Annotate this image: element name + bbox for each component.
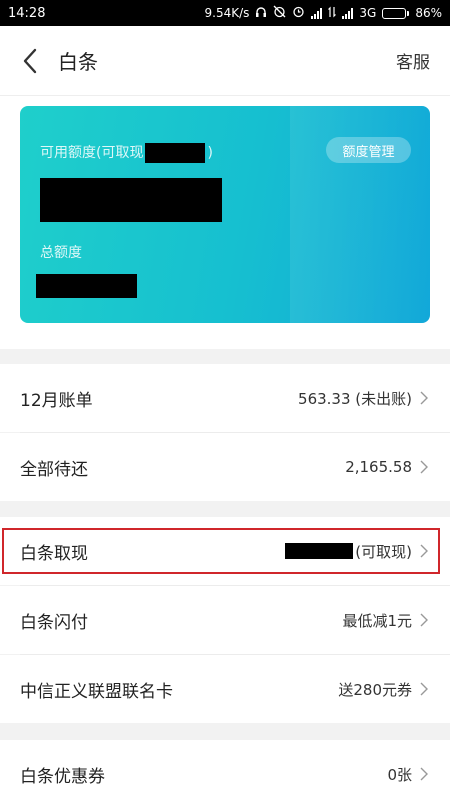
alarm-icon (292, 5, 305, 21)
credit-card: 可用额度(可取现) 总额度 额度管理 (20, 106, 430, 323)
chevron-right-icon (420, 681, 430, 697)
citic-card-row[interactable]: 中信正义联盟联名卡 送280元券 (0, 655, 450, 723)
coupon-value-wrap: 0张 (387, 764, 430, 785)
bill-value: 563.33 (未出账) (298, 389, 412, 408)
credit-card-area: 可用额度(可取现) 总额度 额度管理 (0, 96, 450, 349)
page-title: 白条 (58, 50, 98, 74)
chevron-left-icon[interactable] (8, 39, 52, 83)
chevron-right-icon (420, 612, 430, 628)
cash-value-wrap: (可取现) (285, 541, 430, 562)
redacted-available-amount (40, 178, 222, 222)
battery-percent: 86% (415, 6, 442, 20)
coupon-value: 0张 (387, 765, 412, 784)
redacted-mask (145, 143, 206, 163)
cash-label: 白条取现 (20, 543, 88, 564)
pending-label: 全部待还 (20, 459, 88, 480)
flash-pay-value-wrap: 最低减1元 (342, 610, 430, 631)
pending-value-wrap: 2,165.58 (345, 458, 430, 476)
flash-pay-row[interactable]: 白条闪付 最低减1元 (0, 586, 450, 654)
alarm-off-icon (273, 5, 286, 21)
chevron-right-icon (420, 459, 430, 475)
chevron-right-icon (420, 543, 430, 559)
data-transfer-icon (328, 6, 337, 21)
network-type: 3G (359, 6, 377, 20)
pending-row[interactable]: 全部待还 2,165.58 (0, 433, 450, 501)
nav-bar: 白条 客服 (0, 26, 450, 96)
bill-value-wrap: 563.33 (未出账) (298, 388, 430, 409)
coupon-row[interactable]: 白条优惠券 0张 (0, 740, 450, 800)
signal-icon (311, 7, 323, 19)
flash-pay-label: 白条闪付 (20, 612, 88, 633)
bill-label: 12月账单 (20, 390, 93, 411)
bill-row[interactable]: 12月账单 563.33 (未出账) (0, 364, 450, 432)
available-label-suffix: ) (207, 145, 213, 161)
citic-card-label: 中信正义联盟联名卡 (20, 681, 173, 702)
net-speed: 9.54K/s (204, 6, 250, 20)
pending-value: 2,165.58 (345, 458, 412, 476)
customer-service-link[interactable]: 客服 (396, 48, 430, 73)
redacted-cash-amount (285, 543, 354, 559)
total-credit-label: 总额度 (40, 245, 82, 261)
available-label-prefix: 可用额度(可取现 (40, 145, 144, 161)
available-credit-label: 可用额度(可取现) (40, 142, 213, 163)
status-time: 14:28 (8, 5, 46, 21)
coupon-label: 白条优惠券 (20, 766, 105, 787)
cash-row[interactable]: 白条取现 (可取现) (0, 517, 450, 585)
citic-card-value: 送280元券 (338, 680, 412, 699)
flash-pay-value: 最低减1元 (342, 611, 412, 630)
redacted-total-amount (36, 274, 137, 298)
signal-icon-2 (342, 7, 354, 19)
status-bar: 14:28 9.54K/s 3G 86% (0, 0, 450, 26)
chevron-right-icon (420, 766, 430, 782)
credit-manage-button[interactable]: 额度管理 (326, 137, 411, 163)
battery-icon (382, 7, 410, 19)
cash-value: (可取现) (355, 542, 412, 561)
citic-card-value-wrap: 送280元券 (338, 679, 430, 700)
status-icons: 9.54K/s 3G 86% (204, 5, 442, 21)
headphone-icon (255, 6, 267, 21)
chevron-right-icon (420, 390, 430, 406)
